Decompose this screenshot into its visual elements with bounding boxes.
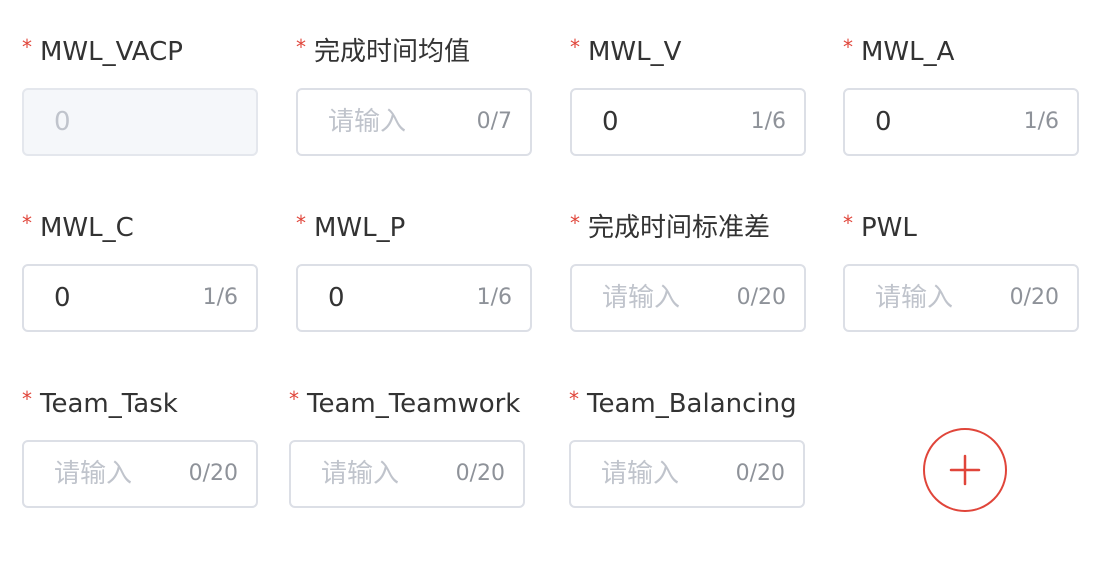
mwl-a-input[interactable]: 0 1/6 (843, 88, 1079, 156)
field-label: * MWL_V (570, 35, 682, 67)
required-mark: * (570, 211, 580, 235)
required-mark: * (843, 35, 853, 59)
field-label: * Team_Balancing (569, 387, 797, 419)
completion-time-mean-input[interactable]: 请输入 0/7 (296, 88, 532, 156)
field-label: * PWL (843, 211, 917, 243)
required-mark: * (296, 35, 306, 59)
mwl-p-input[interactable]: 0 1/6 (296, 264, 532, 332)
required-mark: * (570, 35, 580, 59)
plus-icon (949, 454, 981, 486)
char-counter: 0/7 (476, 109, 512, 134)
input-value: 0 (875, 107, 892, 137)
required-mark: * (296, 211, 306, 235)
team-task-input[interactable]: 请输入 0/20 (22, 440, 258, 508)
input-value: 0 (602, 107, 619, 137)
input-placeholder: 请输入 (54, 459, 133, 489)
mwl-vacp-input: 0 (22, 88, 258, 156)
mwl-c-input[interactable]: 0 1/6 (22, 264, 258, 332)
field-label: * 完成时间标准差 (570, 211, 771, 243)
required-mark: * (22, 387, 32, 411)
field-label: * MWL_C (22, 211, 134, 243)
field-label: * 完成时间均值 (296, 35, 471, 67)
required-mark: * (22, 211, 32, 235)
completion-time-std-input[interactable]: 请输入 0/20 (570, 264, 806, 332)
field-label: * Team_Teamwork (289, 387, 521, 419)
input-placeholder: 请输入 (602, 283, 681, 313)
mwl-v-input[interactable]: 0 1/6 (570, 88, 806, 156)
char-counter: 1/6 (202, 285, 238, 310)
team-balancing-input[interactable]: 请输入 0/20 (569, 440, 805, 508)
input-value: 0 (54, 283, 71, 313)
char-counter: 0/20 (455, 461, 505, 486)
input-placeholder: 请输入 (321, 459, 400, 489)
char-counter: 1/6 (750, 109, 786, 134)
input-placeholder: 请输入 (328, 107, 407, 137)
team-teamwork-input[interactable]: 请输入 0/20 (289, 440, 525, 508)
char-counter: 0/20 (188, 461, 238, 486)
char-counter: 0/20 (736, 285, 786, 310)
add-field-button[interactable] (923, 428, 1007, 512)
char-counter: 1/6 (1023, 109, 1059, 134)
pwl-input[interactable]: 请输入 0/20 (843, 264, 1079, 332)
char-counter: 0/20 (735, 461, 785, 486)
required-mark: * (569, 387, 579, 411)
input-placeholder: 请输入 (875, 283, 954, 313)
field-label: * MWL_A (843, 35, 955, 67)
char-counter: 0/20 (1009, 285, 1059, 310)
field-label: * MWL_VACP (22, 35, 183, 67)
char-counter: 1/6 (476, 285, 512, 310)
field-label: * MWL_P (296, 211, 406, 243)
required-mark: * (843, 211, 853, 235)
input-placeholder: 请输入 (601, 459, 680, 489)
field-label: * Team_Task (22, 387, 178, 419)
required-mark: * (289, 387, 299, 411)
required-mark: * (22, 35, 32, 59)
input-value: 0 (54, 107, 71, 137)
input-value: 0 (328, 283, 345, 313)
